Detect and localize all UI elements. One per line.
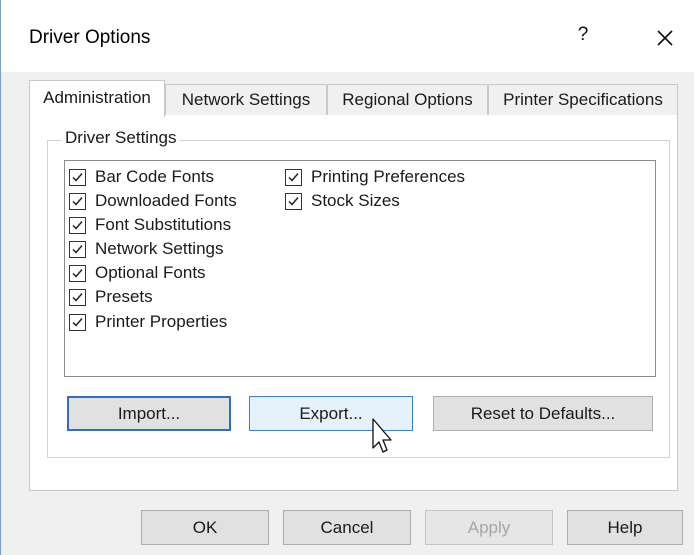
checkbox-presets[interactable]: Presets — [69, 286, 153, 308]
checkbox-label: Network Settings — [95, 239, 224, 258]
checkbox-downloaded-fonts[interactable]: Downloaded Fonts — [69, 190, 237, 212]
checkbox-bar-code-fonts[interactable]: Bar Code Fonts — [69, 166, 214, 188]
driver-options-dialog: Driver Options ? Administration Network … — [0, 0, 694, 555]
checked-box-icon[interactable] — [69, 264, 86, 282]
checked-box-icon[interactable] — [69, 288, 86, 306]
checkbox-font-substitutions[interactable]: Font Substitutions — [69, 214, 231, 236]
tab-network-settings[interactable]: Network Settings — [165, 84, 327, 115]
checkbox-label: Font Substitutions — [95, 215, 232, 234]
help-icon[interactable]: ? — [571, 24, 595, 52]
checkbox-optional-fonts[interactable]: Optional Fonts — [69, 262, 206, 284]
checked-box-icon[interactable] — [69, 192, 86, 210]
title-bar: Driver Options ? — [1, 0, 694, 72]
checkbox-network-settings[interactable]: Network Settings — [69, 238, 224, 260]
checkbox-stock-sizes[interactable]: Stock Sizes — [285, 190, 400, 212]
driver-settings-label: Driver Settings — [61, 128, 181, 148]
checked-box-icon[interactable] — [69, 240, 86, 258]
reset-to-defaults-button[interactable]: Reset to Defaults... — [433, 396, 653, 431]
apply-button: Apply — [425, 510, 553, 545]
checkbox-label: Stock Sizes — [311, 191, 400, 210]
checkbox-label: Optional Fonts — [95, 263, 206, 282]
tab-printer-specifications[interactable]: Printer Specifications — [488, 84, 678, 115]
tab-regional-options[interactable]: Regional Options — [327, 84, 488, 115]
checked-box-icon[interactable] — [69, 313, 86, 331]
checked-box-icon[interactable] — [69, 168, 86, 186]
checked-box-icon[interactable] — [285, 192, 302, 210]
checkbox-label: Bar Code Fonts — [95, 167, 215, 186]
window-title: Driver Options — [29, 27, 151, 48]
checked-box-icon[interactable] — [285, 168, 302, 186]
checkbox-label: Printing Preferences — [311, 167, 466, 186]
help-button[interactable]: Help — [567, 510, 683, 545]
checked-box-icon[interactable] — [69, 216, 86, 234]
close-icon[interactable] — [647, 20, 683, 56]
import-button[interactable]: Import... — [67, 396, 231, 431]
checkbox-label: Downloaded Fonts — [95, 191, 237, 210]
checkbox-label: Printer Properties — [95, 312, 228, 331]
cancel-button[interactable]: Cancel — [283, 510, 411, 545]
mouse-pointer-icon — [371, 418, 397, 458]
checkbox-printing-preferences[interactable]: Printing Preferences — [285, 166, 465, 188]
ok-button[interactable]: OK — [141, 510, 269, 545]
checkbox-printer-properties[interactable]: Printer Properties — [69, 311, 227, 333]
checkbox-label: Presets — [95, 287, 153, 306]
tab-administration[interactable]: Administration — [29, 80, 165, 117]
